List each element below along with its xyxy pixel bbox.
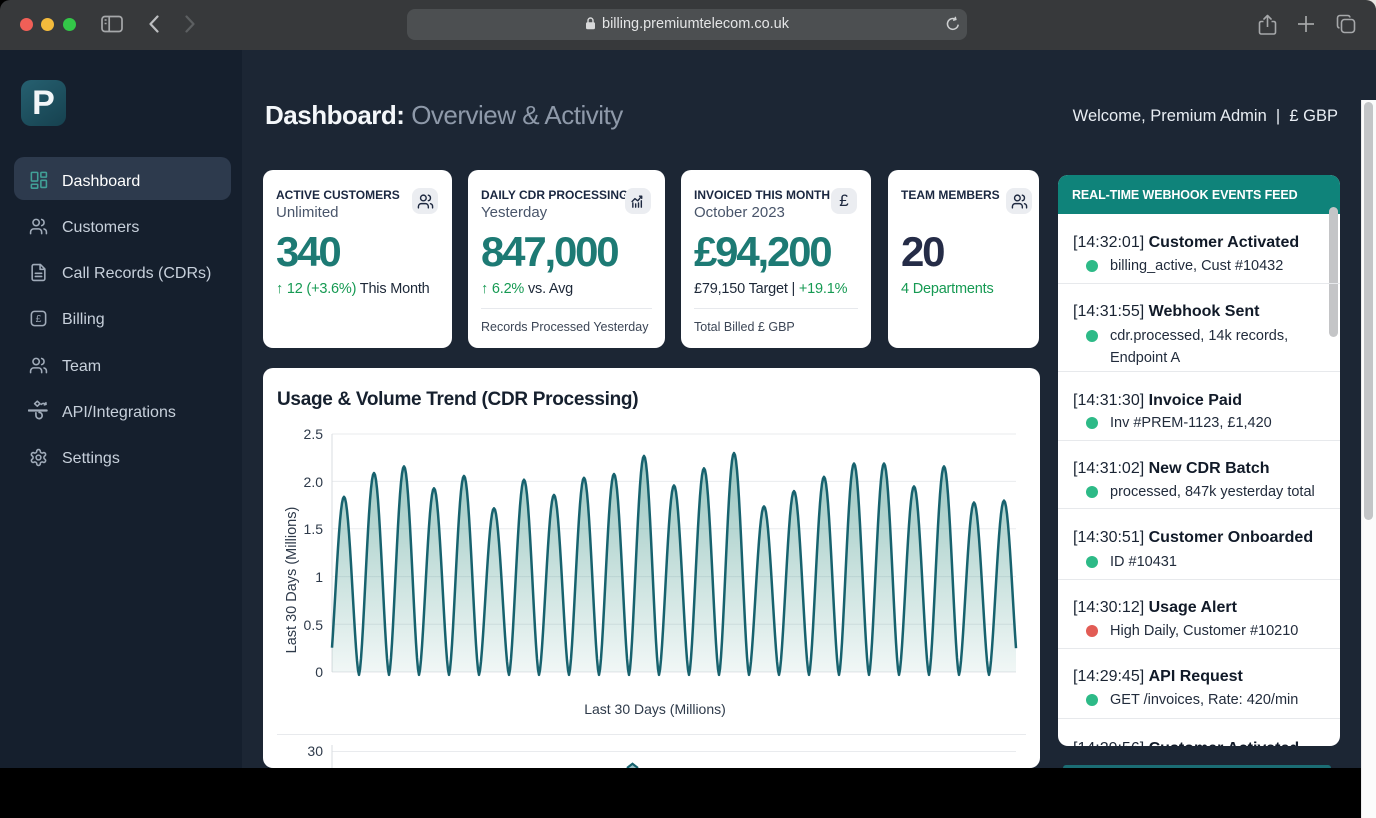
svg-text:£: £ [36, 314, 42, 325]
